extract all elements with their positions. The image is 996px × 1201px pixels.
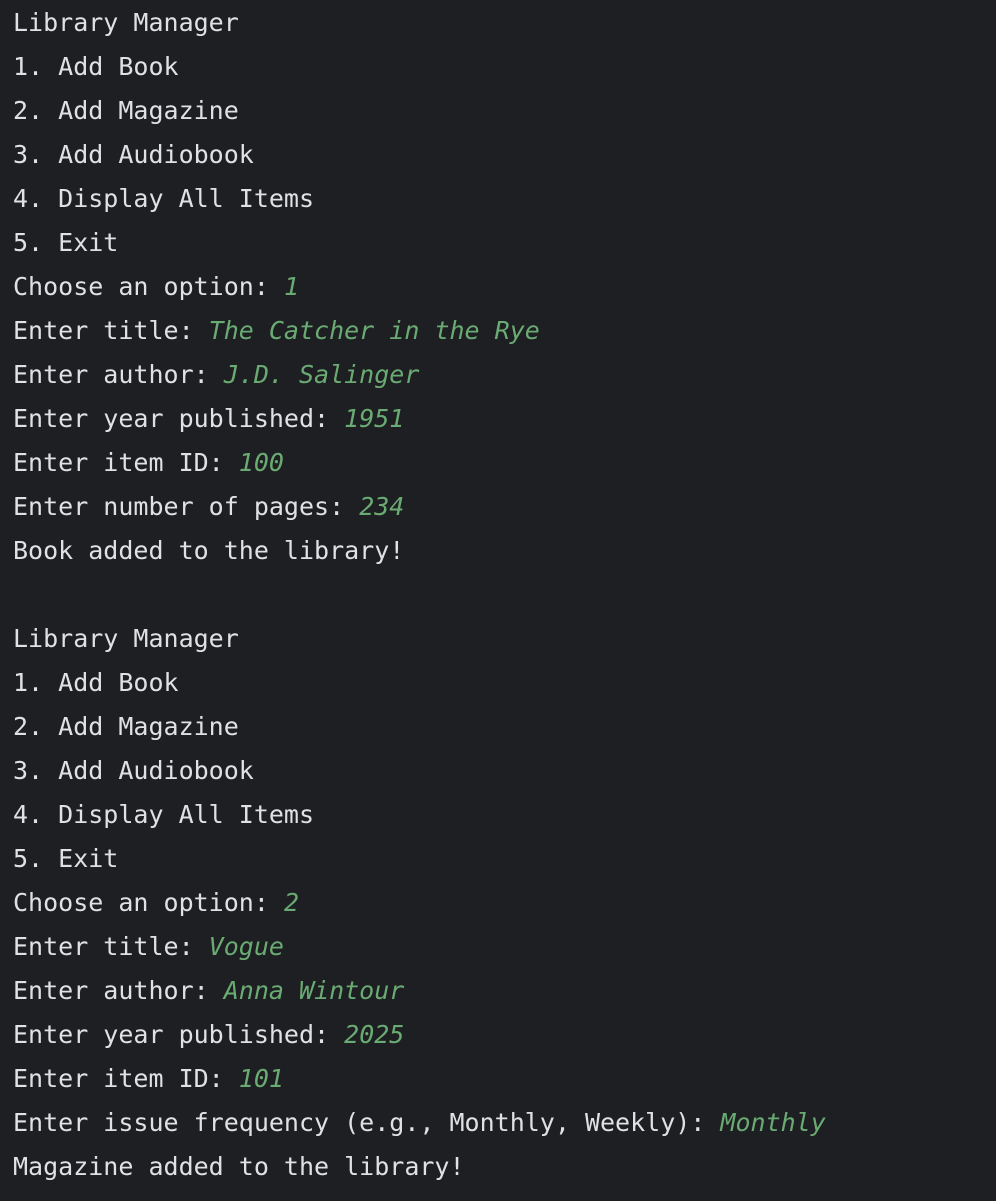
console-line: Magazine added to the library! <box>13 1145 996 1189</box>
console-line: Enter item ID: 100 <box>13 441 996 485</box>
output-text: 5. Exit <box>13 844 119 873</box>
output-text: Enter title: <box>13 932 209 961</box>
user-input-text: 1951 <box>344 404 405 433</box>
user-input-text: 2 <box>283 888 299 917</box>
user-input-text: Monthly <box>720 1108 826 1137</box>
console-line: Enter author: J.D. Salinger <box>13 353 996 397</box>
output-text: 1. Add Book <box>13 668 179 697</box>
console-line: 1. Add Book <box>13 45 996 89</box>
console-line: 4. Display All Items <box>13 793 996 837</box>
console-line: 3. Add Audiobook <box>13 133 996 177</box>
console-line: 5. Exit <box>13 837 996 881</box>
output-text: Enter number of pages: <box>13 492 360 521</box>
console-output: Library Manager 1. Add Book 2. Add Magaz… <box>0 1 996 1201</box>
output-text: 4. Display All Items <box>13 184 315 213</box>
user-input-text: Vogue <box>208 932 284 961</box>
output-text: Enter item ID: <box>13 448 239 477</box>
console-line: Enter year published: 2025 <box>13 1013 996 1057</box>
user-input-text: 101 <box>238 1064 284 1093</box>
output-text: 1. Add Book <box>13 52 179 81</box>
console-line: Choose an option: 2 <box>13 881 996 925</box>
user-input-text: 100 <box>238 448 284 477</box>
output-text: Enter issue frequency (e.g., Monthly, We… <box>13 1108 721 1137</box>
output-text: Enter year published: <box>13 1020 345 1049</box>
output-text: Choose an option: <box>13 272 284 301</box>
output-text: Library Manager <box>13 8 239 37</box>
output-text: Enter title: <box>13 316 209 345</box>
console-line: Book added to the library! <box>13 529 996 573</box>
console-line: Enter title: Vogue <box>13 925 996 969</box>
output-text: 3. Add Audiobook <box>13 756 254 785</box>
console-line: 2. Add Magazine <box>13 705 996 749</box>
console-line: 1. Add Book <box>13 661 996 705</box>
user-input-text: 1 <box>283 272 299 301</box>
console-line: Library Manager <box>13 617 996 661</box>
output-text: 5. Exit <box>13 228 119 257</box>
console-line: Enter issue frequency (e.g., Monthly, We… <box>13 1101 996 1145</box>
output-text: Enter author: <box>13 976 224 1005</box>
console-line: Enter number of pages: 234 <box>13 485 996 529</box>
console-line: Enter item ID: 101 <box>13 1057 996 1101</box>
output-text: Choose an option: <box>13 888 284 917</box>
console-line: 3. Add Audiobook <box>13 749 996 793</box>
user-input-text: J.D. Salinger <box>223 360 420 389</box>
output-text: 2. Add Magazine <box>13 96 239 125</box>
output-text: Library Manager <box>13 624 239 653</box>
user-input-text: 2025 <box>344 1020 405 1049</box>
console-line: Library Manager <box>13 1 996 45</box>
console-line: 5. Exit <box>13 221 996 265</box>
output-text: 4. Display All Items <box>13 800 315 829</box>
console-line: Enter year published: 1951 <box>13 397 996 441</box>
output-text: Magazine added to the library! <box>13 1152 465 1181</box>
output-text: Enter year published: <box>13 404 345 433</box>
console-line: 2. Add Magazine <box>13 89 996 133</box>
output-text: Book added to the library! <box>13 536 405 565</box>
output-text: 2. Add Magazine <box>13 712 239 741</box>
user-input-text: The Catcher in the Rye <box>208 316 540 345</box>
console-line: Enter title: The Catcher in the Rye <box>13 309 996 353</box>
console-line: Enter author: Anna Wintour <box>13 969 996 1013</box>
console-line: Choose an option: 1 <box>13 265 996 309</box>
output-text: 3. Add Audiobook <box>13 140 254 169</box>
output-text: Enter item ID: <box>13 1064 239 1093</box>
output-text: Enter author: <box>13 360 224 389</box>
console-line: 4. Display All Items <box>13 177 996 221</box>
user-input-text: 234 <box>359 492 405 521</box>
user-input-text: Anna Wintour <box>223 976 405 1005</box>
